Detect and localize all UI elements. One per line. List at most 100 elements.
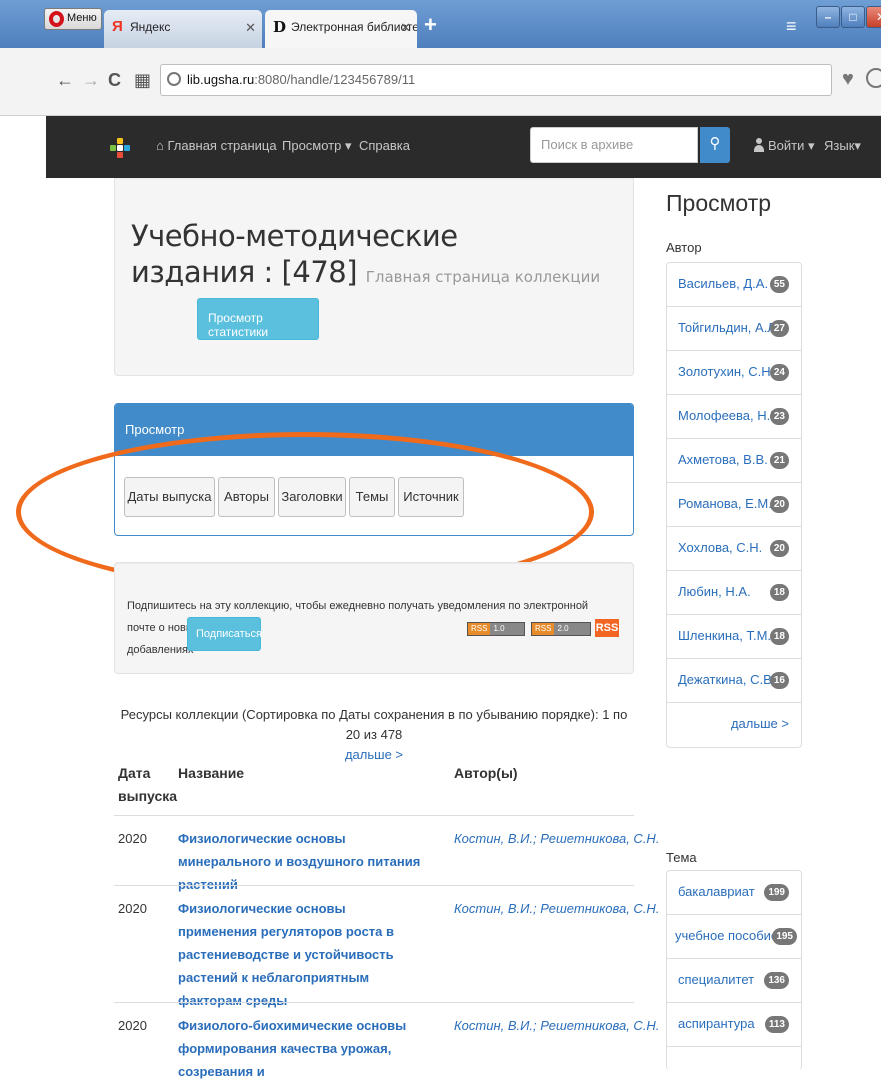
column-header-title[interactable]: Название bbox=[178, 762, 244, 785]
subject-name: учебное пособие bbox=[675, 928, 779, 943]
nav-help-link[interactable]: Справка bbox=[359, 138, 410, 153]
sidebar-author-item[interactable]: Дежаткина, С.В. 16 bbox=[667, 659, 801, 703]
close-tab-icon[interactable]: ✕ bbox=[245, 20, 256, 36]
search-input[interactable]: Поиск в архиве bbox=[530, 127, 698, 163]
sidebar-author-item[interactable]: Васильев, Д.А. 55 bbox=[667, 263, 801, 307]
count-badge: 199 bbox=[764, 884, 789, 901]
count-badge: 16 bbox=[769, 672, 789, 689]
rss-1-0-link[interactable]: RSS 1.0 bbox=[467, 622, 525, 636]
sidebar-authors-more-link[interactable]: дальше > bbox=[667, 703, 801, 747]
table-divider bbox=[114, 1002, 634, 1003]
reload-icon[interactable]: C bbox=[108, 70, 121, 91]
resources-caption: Ресурсы коллекции (Сортировка по Даты со… bbox=[114, 705, 634, 765]
browse-by-subject-button[interactable]: Темы bbox=[349, 477, 395, 517]
row-3-title-link[interactable]: Физиолого-биохимические основы формирова… bbox=[178, 1014, 428, 1083]
author-name: Тойгильдин, А.Л. bbox=[678, 320, 780, 335]
nav-browse-label: Просмотр bbox=[282, 138, 342, 153]
sidebar-subject-list: бакалавриат 199 учебное пособие 195 специа… bbox=[666, 870, 802, 1070]
column-header-date[interactable]: Дата выпуска bbox=[118, 762, 177, 808]
download-icon[interactable] bbox=[866, 68, 881, 88]
tab-yandex[interactable]: Я Яндекс ✕ bbox=[104, 10, 262, 48]
subject-name: бакалавриат bbox=[678, 884, 755, 899]
window-close-button[interactable]: ✕ bbox=[866, 6, 881, 28]
search-button[interactable]: ⚲ bbox=[700, 127, 730, 163]
sidebar-title: Просмотр bbox=[666, 190, 772, 216]
sidebar-author-item[interactable]: Романова, Е.М. 20 bbox=[667, 483, 801, 527]
author-name: Молофеева, Н.И. bbox=[678, 408, 784, 423]
sidebar-author-item[interactable]: Хохлова, С.Н. 20 bbox=[667, 527, 801, 571]
site-logo-icon[interactable] bbox=[110, 138, 130, 158]
count-badge: 55 bbox=[769, 276, 789, 293]
close-tab-icon[interactable]: ✕ bbox=[400, 20, 411, 36]
subscribe-box: Подпишитесь на эту коллекцию, чтобы ежед… bbox=[114, 562, 634, 674]
row-2-title-link[interactable]: Физиологические основы применения регуля… bbox=[178, 897, 428, 1012]
speed-dial-icon[interactable]: ▦ bbox=[134, 70, 151, 91]
author-name: Васильев, Д.А. bbox=[678, 276, 769, 291]
sidebar-subject-item[interactable]: учебное пособие 195 bbox=[667, 915, 801, 959]
row-2-authors: Костин, В.И.; Решетникова, С.Н. bbox=[454, 901, 660, 916]
new-tab-icon[interactable]: + bbox=[424, 14, 437, 36]
sidebar-subject-item[interactable]: бакалавриат 199 bbox=[667, 871, 801, 915]
sidebar-author-item[interactable]: Тойгильдин, А.Л. 27 bbox=[667, 307, 801, 351]
count-badge: 27 bbox=[769, 320, 789, 337]
author-link[interactable]: Костин, В.И. bbox=[454, 1018, 533, 1033]
rss-label: RSS bbox=[468, 623, 491, 635]
address-bar: ← → C ▦ lib.ugsha.ru:8080/handle/1234567… bbox=[0, 48, 881, 116]
sidebar-subject-item[interactable]: аспирантура 113 bbox=[667, 1003, 801, 1047]
author-link[interactable]: Решетникова, С.Н. bbox=[540, 1018, 659, 1033]
browser-menu-label: Меню bbox=[67, 12, 97, 24]
sidebar-author-item[interactable]: Шленкина, Т.М. 18 bbox=[667, 615, 801, 659]
row-1-year: 2020 bbox=[118, 831, 147, 846]
library-favicon-icon: D bbox=[273, 18, 287, 36]
page-subtitle: Главная страница коллекции bbox=[365, 268, 601, 286]
bookmark-heart-icon[interactable]: ♥ bbox=[842, 68, 854, 91]
rss-atom-link[interactable]: RSS bbox=[595, 619, 619, 637]
sidebar-author-item[interactable]: Молофеева, Н.И. 23 bbox=[667, 395, 801, 439]
sidebar-author-list: Васильев, Д.А. 55 Тойгильдин, А.Л. 27 Золо… bbox=[666, 262, 802, 748]
site-info-icon[interactable] bbox=[167, 72, 181, 86]
column-header-author[interactable]: Автор(ы) bbox=[454, 762, 518, 785]
author-link[interactable]: Решетникова, С.Н. bbox=[540, 901, 659, 916]
count-badge: 20 bbox=[769, 496, 789, 513]
subscribe-button[interactable]: Подписаться bbox=[187, 617, 262, 651]
nav-home-link[interactable]: ⌂ Главная страница bbox=[156, 138, 277, 153]
window-maximize-button[interactable]: □ bbox=[841, 6, 865, 28]
resources-next-link[interactable]: дальше > bbox=[345, 747, 403, 762]
subject-name: аспирантура bbox=[678, 1016, 755, 1031]
site-navbar: ⌂ Главная страница Просмотр ▾ Справка По… bbox=[46, 116, 881, 178]
sidebar-subject-item[interactable]: специалитет 136 bbox=[667, 959, 801, 1003]
login-dropdown[interactable]: Войти ▾ bbox=[768, 138, 815, 154]
tabs-menu-icon[interactable]: ≡ bbox=[786, 16, 797, 37]
rss-label: RSS bbox=[532, 623, 555, 635]
sidebar-author-item[interactable]: Любин, Н.А. 18 bbox=[667, 571, 801, 615]
view-statistics-button[interactable]: Просмотр статистики bbox=[197, 298, 319, 340]
caret-down-icon: ▾ bbox=[808, 138, 815, 153]
browse-by-source-button[interactable]: Источник bbox=[398, 477, 464, 517]
rss-2-0-link[interactable]: RSS 2.0 bbox=[531, 622, 591, 636]
language-dropdown[interactable]: Язык▾ bbox=[824, 138, 861, 154]
subject-name: специалитет bbox=[678, 972, 755, 987]
sidebar-author-item[interactable]: Ахметова, В.В. 21 bbox=[667, 439, 801, 483]
author-link[interactable]: Костин, В.И. bbox=[454, 831, 533, 846]
browse-by-author-button[interactable]: Авторы bbox=[218, 477, 275, 517]
url-field[interactable]: lib.ugsha.ru:8080/handle/123456789/11 bbox=[160, 64, 832, 96]
page-title-line1: Учебно-методические bbox=[131, 219, 458, 253]
author-link[interactable]: Костин, В.И. bbox=[454, 901, 533, 916]
browse-by-date-button[interactable]: Даты выпуска bbox=[124, 477, 215, 517]
rss-version: 2.0 bbox=[557, 624, 569, 633]
author-name: Романова, Е.М. bbox=[678, 496, 772, 511]
tab-label: Электронная библиотека У bbox=[291, 20, 417, 34]
yandex-favicon-icon: Я bbox=[112, 18, 123, 35]
window-minimize-button[interactable]: – bbox=[816, 6, 840, 28]
tab-library[interactable]: D Электронная библиотека У ✕ bbox=[265, 10, 417, 48]
browse-by-title-button[interactable]: Заголовки bbox=[278, 477, 346, 517]
sidebar-author-item[interactable]: Золотухин, С.Н. 24 bbox=[667, 351, 801, 395]
back-arrow-icon[interactable]: ← bbox=[56, 70, 74, 91]
browser-tab-bar: Меню Я Яндекс ✕ D Электронная библиотека… bbox=[0, 0, 881, 48]
resources-caption-text: Ресурсы коллекции (Сортировка по Даты со… bbox=[120, 707, 628, 742]
forward-arrow-icon[interactable]: → bbox=[82, 70, 100, 91]
browser-menu-button[interactable]: Меню bbox=[44, 8, 102, 30]
author-link[interactable]: Решетникова, С.Н. bbox=[540, 831, 659, 846]
search-icon: ⚲ bbox=[709, 135, 721, 152]
nav-browse-dropdown[interactable]: Просмотр ▾ bbox=[282, 138, 352, 154]
